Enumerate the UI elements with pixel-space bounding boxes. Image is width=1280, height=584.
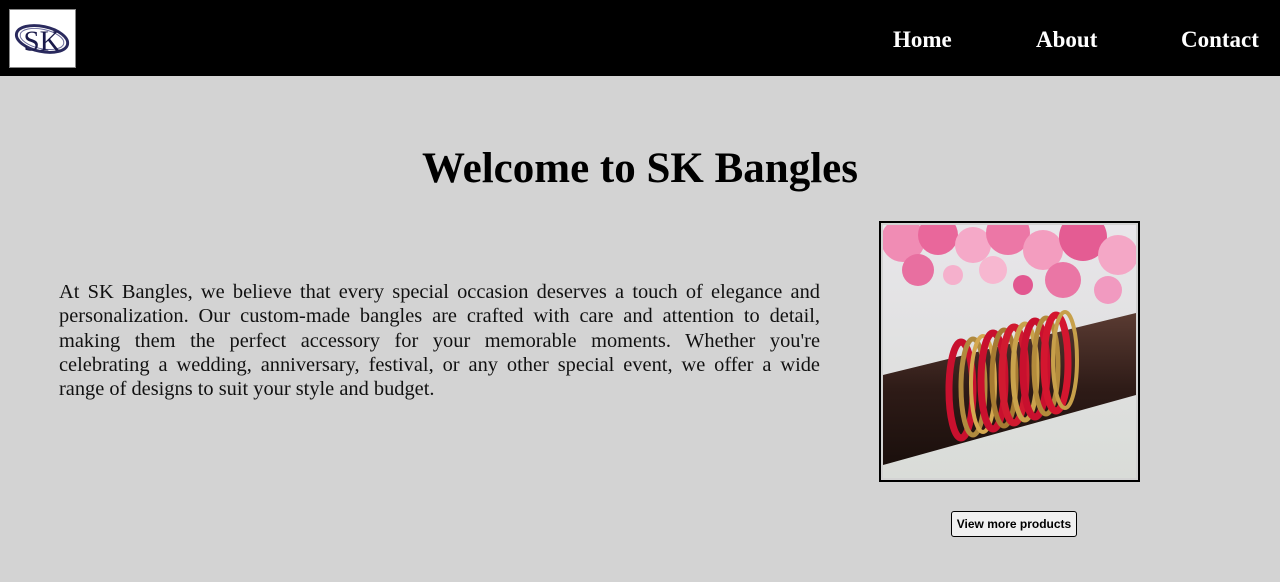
nav-home-link[interactable]: Home [893, 27, 952, 53]
nav-about-link[interactable]: About [1036, 27, 1097, 53]
bangles-product-image [879, 221, 1140, 482]
sk-logo[interactable]: SK [9, 9, 76, 68]
site-header: SK Home About Contact [0, 0, 1280, 76]
bangles-photo-illustration [883, 225, 1136, 478]
view-more-products-button[interactable]: View more products [951, 511, 1077, 537]
svg-text:SK: SK [23, 26, 60, 58]
sk-logo-icon: SK [14, 24, 70, 58]
page-title: Welcome to SK Bangles [422, 145, 858, 192]
nav-contact-link[interactable]: Contact [1181, 27, 1259, 53]
intro-paragraph: At SK Bangles, we believe that every spe… [59, 281, 820, 401]
